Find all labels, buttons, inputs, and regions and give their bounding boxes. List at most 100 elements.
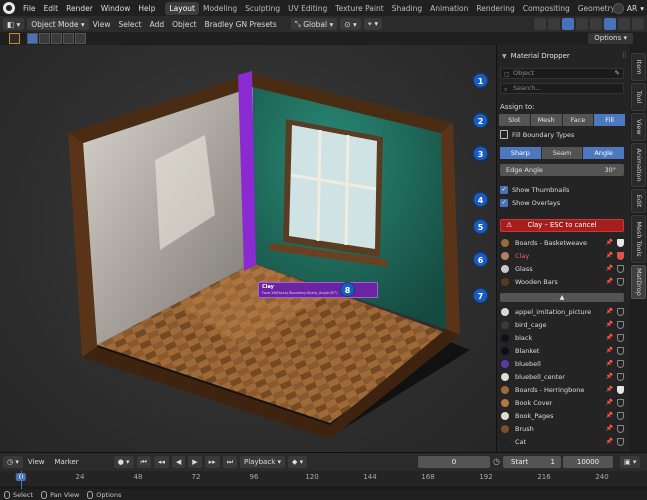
assign-mesh-button[interactable]: Mesh [530,114,563,126]
select-new-icon[interactable] [27,33,38,44]
edge-angle-field[interactable]: Edge Angle 30° [500,164,624,176]
fake-user-icon[interactable] [617,264,624,273]
fake-user-icon[interactable] [617,307,624,316]
shading-material-icon[interactable] [618,18,630,30]
tab-rendering[interactable]: Rendering [472,2,518,15]
pinned-material-row[interactable]: Wooden Bars 📌 [499,275,626,288]
pin-icon[interactable]: 📌 [605,321,614,328]
play-reverse-button[interactable]: ◀ [171,456,186,468]
scroll-up-button[interactable]: ▲ [500,293,624,302]
menu-help[interactable]: Help [134,4,159,13]
pinned-material-row-active[interactable]: Clay 📌 [499,249,626,262]
pin-icon[interactable]: 📌 [605,278,614,285]
tab-compositing[interactable]: Compositing [519,2,574,15]
boundary-sharp-button[interactable]: Sharp [500,147,542,159]
list-item[interactable]: Cat 📌 [499,435,626,448]
pin-icon[interactable]: 📌 [605,334,614,341]
pin-icon[interactable]: 📌 [605,265,614,272]
pin-icon[interactable]: 📌 [605,386,614,393]
pinned-material-row[interactable]: Boards - Basketweave 📌 [499,236,626,249]
user-avatar-icon[interactable] [612,2,624,14]
fake-user-icon[interactable] [617,398,624,407]
gizmo-icon[interactable] [548,18,560,30]
menu-bradley-gn-presets[interactable]: Bradley GN Presets [201,20,281,29]
search-input[interactable]: ⌕ Search... [500,83,624,94]
next-key-button[interactable]: ▸▸ [204,456,220,468]
pin-icon[interactable]: 📌 [605,347,614,354]
panel-header[interactable]: ▼ Material Dropper ⠿ [497,49,631,63]
menu-object[interactable]: Object [168,20,200,29]
timeline-menu-view[interactable]: View [23,458,50,466]
fake-user-icon[interactable] [617,437,624,446]
collapse-arrow-icon[interactable]: ▼ [502,53,507,60]
tab-shading[interactable]: Shading [388,2,426,15]
fake-user-icon[interactable] [617,251,624,260]
user-initials[interactable]: AR [627,4,637,13]
assign-face-button[interactable]: Face [562,114,595,126]
playhead[interactable] [21,471,22,489]
assign-slot-button[interactable]: Slot [499,114,531,126]
select-invert-icon[interactable] [63,33,74,44]
fake-user-icon[interactable] [617,333,624,342]
pin-icon[interactable]: 📌 [605,308,614,315]
tab-texture-paint[interactable]: Texture Paint [331,2,387,15]
pinned-material-row[interactable]: Glass 📌 [499,262,626,275]
fake-user-icon[interactable] [617,411,624,420]
tab-matdrop[interactable]: MatDrop [631,265,646,299]
list-item[interactable]: black 📌 [499,331,626,344]
xray-icon[interactable] [576,18,588,30]
shading-solid-icon[interactable] [604,18,616,30]
drag-handle-icon[interactable]: ⠿ [622,52,627,60]
list-item[interactable]: bird_cage 📌 [499,318,626,331]
menu-file[interactable]: File [19,4,40,13]
boundary-seam-button[interactable]: Seam [541,147,584,159]
pin-icon[interactable]: 📌 [605,239,614,246]
editor-type-button[interactable]: ◧ ▾ [3,18,25,30]
list-item[interactable]: Blanket 📌 [499,344,626,357]
select-tool-icon[interactable] [9,33,20,44]
fake-user-icon[interactable] [617,346,624,355]
pin-icon[interactable]: 📌 [605,399,614,406]
jump-end-button[interactable]: ⏭ [222,456,238,468]
clock-icon[interactable]: ◷ [493,457,500,466]
list-item[interactable]: Book Cover 📌 [499,396,626,409]
orientation-dropdown[interactable]: ⤡ Global ▾ [290,18,338,30]
tab-modeling[interactable]: Modeling [199,2,241,15]
pin-icon[interactable]: 📌 [605,360,614,367]
menu-view[interactable]: View [89,20,115,29]
play-button[interactable]: ▶ [188,456,202,468]
shading-rendered-icon[interactable] [632,18,644,30]
record-button[interactable]: ● ▾ [113,456,134,468]
fake-user-icon[interactable] [617,320,624,329]
jump-start-button[interactable]: ⏮ [136,456,151,468]
prev-key-button[interactable]: ◂◂ [153,456,169,468]
start-frame-field[interactable]: Start 1 [503,456,561,468]
list-item[interactable]: Brush 📌 [499,422,626,435]
tab-mesh-tools[interactable]: Mesh Tools [631,215,646,263]
pin-icon[interactable]: 📌 [605,252,614,259]
menu-render[interactable]: Render [62,4,97,13]
options-button[interactable]: Options ▾ [588,33,633,44]
keying-button[interactable]: ◆ ▾ [288,456,308,468]
mode-dropdown[interactable]: Object Mode ▾ [27,18,89,30]
fake-user-icon[interactable] [617,277,624,286]
tab-animation[interactable]: Animation [426,2,472,15]
assign-fill-button[interactable]: Fill [594,114,625,126]
show-thumbnails-toggle[interactable]: ✓ Show Thumbnails [500,186,569,194]
pin-icon[interactable]: 📌 [605,425,614,432]
list-item[interactable]: bluebell 📌 [499,357,626,370]
tab-uv-editing[interactable]: UV Editing [284,2,331,15]
select-subtract-icon[interactable] [51,33,62,44]
pivot-dropdown[interactable]: ⊙ ▾ [340,18,361,30]
shading-wire-icon[interactable] [590,18,602,30]
show-overlays-checkbox[interactable]: ✓ [500,199,508,207]
visibility-icon[interactable] [534,18,546,30]
menu-window[interactable]: Window [97,4,135,13]
pin-icon[interactable]: 📌 [605,373,614,380]
list-item[interactable]: Book_Pages 📌 [499,409,626,422]
show-thumbnails-checkbox[interactable]: ✓ [500,186,508,194]
menu-edit[interactable]: Edit [40,4,63,13]
fake-user-icon[interactable] [617,372,624,381]
current-frame-field[interactable]: 0 [418,456,490,468]
list-item[interactable]: bluebell_center 📌 [499,370,626,383]
